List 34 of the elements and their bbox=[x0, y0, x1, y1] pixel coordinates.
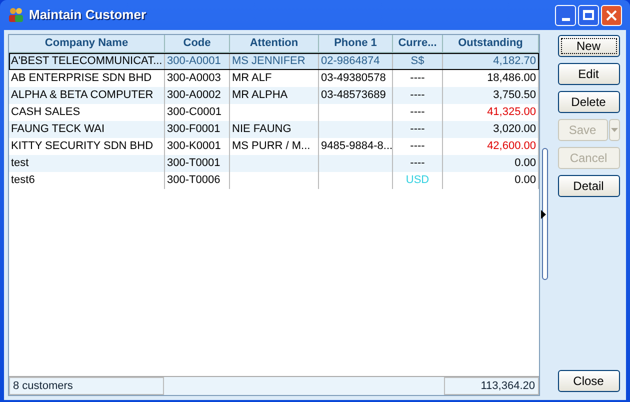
table-row[interactable]: test 300-T0001 ---- 0.00 bbox=[9, 155, 539, 172]
window-title: Maintain Customer bbox=[29, 6, 148, 24]
table-row[interactable]: CASH SALES 300-C0001 ---- 41,325.00 bbox=[9, 104, 539, 121]
table-row[interactable]: A'BEST TELECOMMUNICAT... 300-A0001 MS JENNIFER 02-9864874 S$ 4,182.70 bbox=[9, 53, 539, 70]
maximize-button[interactable] bbox=[578, 4, 599, 26]
close-icon bbox=[606, 10, 617, 20]
action-button[interactable]: Detail bbox=[558, 175, 620, 197]
table-row[interactable]: KITTY SECURITY SDN BHD 300-K0001 MS PURR / M... 9485-9884-8... ---- 42,600.00 bbox=[9, 138, 539, 155]
column-header[interactable]: Outstanding bbox=[443, 35, 539, 52]
table-cell: 0.00 bbox=[443, 172, 539, 189]
table-cell: USD bbox=[393, 172, 443, 189]
caret-icon bbox=[610, 128, 618, 132]
column-header[interactable]: Company Name bbox=[9, 35, 165, 52]
table-row[interactable]: ALPHA & BETA COMPUTER 300-A0002 MR ALPHA 03-48573689 ---- 3,750.50 bbox=[9, 87, 539, 104]
action-button[interactable]: Delete bbox=[558, 91, 620, 113]
table-row[interactable]: AB ENTERPRISE SDN BHD 300-A0003 MR ALF 03-49380578 ---- 18,486.00 bbox=[9, 70, 539, 87]
action-button[interactable]: Edit bbox=[558, 63, 620, 85]
column-header[interactable]: Phone 1 bbox=[319, 35, 393, 52]
table-cell: 300-T0006 bbox=[165, 172, 230, 189]
splitter-handle[interactable] bbox=[542, 148, 548, 280]
table-cell: test6 bbox=[9, 172, 165, 189]
action-button[interactable]: New bbox=[558, 35, 620, 57]
people-icon bbox=[8, 7, 24, 23]
column-header[interactable]: Curre... bbox=[393, 35, 443, 52]
expand-arrow-icon[interactable] bbox=[541, 210, 546, 219]
close-button[interactable] bbox=[601, 4, 622, 26]
column-header[interactable]: Code bbox=[165, 35, 230, 52]
close-dialog-button[interactable]: Close bbox=[558, 370, 620, 392]
column-header[interactable]: Attention bbox=[230, 35, 319, 52]
record-count: 8 customers bbox=[9, 377, 164, 395]
total-outstanding: 113,364.20 bbox=[444, 377, 539, 395]
minimize-button[interactable] bbox=[555, 4, 576, 26]
table-row[interactable]: test6 300-T0006 USD 0.00 bbox=[9, 172, 539, 189]
table-row[interactable]: FAUNG TECK WAI 300-F0001 NIE FAUNG ---- 3,020.00 bbox=[9, 121, 539, 138]
